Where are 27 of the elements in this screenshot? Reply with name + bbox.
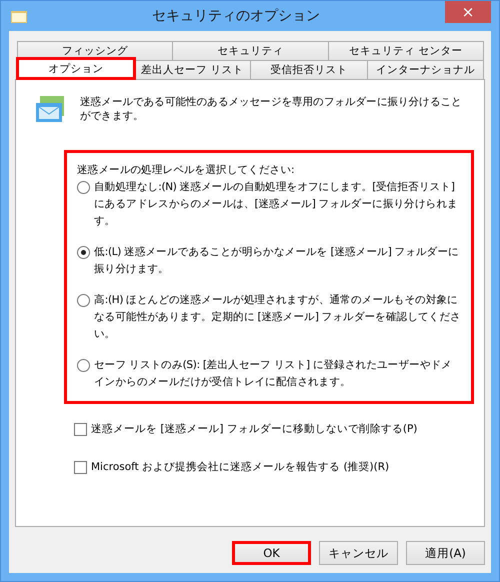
checkbox-label: 迷惑メールを [迷惑メール] フォルダーに移動しないで削除する(P) [91,422,418,436]
checkbox-label: Microsoft および提携会社に迷惑メールを報告する (推奨)(R) [91,460,390,474]
checkbox[interactable] [74,460,87,474]
envelope-icon [36,94,66,124]
dialog-button[interactable]: OK [232,541,311,565]
app-icon [11,9,27,23]
radio-label: 低:(L) 迷惑メールであることが明らかなメールを [迷惑メール] フォルダーに振り分けます。 [94,245,460,277]
dialog-button[interactable]: 適用(A) [406,541,485,565]
radio-button[interactable] [77,359,90,372]
group-label: 迷惑メールの処理レベルを選択してください: [77,163,296,177]
tab[interactable]: 差出人セーフ リスト [134,60,251,79]
tab[interactable]: セキュリティ [172,41,329,60]
radio-button[interactable] [77,294,90,307]
dialog-button[interactable]: キャンセル [319,541,398,565]
close-button[interactable]: × [445,1,491,23]
radio-label: セーフ リストのみ(S): [差出人セーフ リスト] に登録されたユーザーやドメインからのメールだけが受信トレイに配信されます。 [94,358,453,390]
description-text: 迷惑メールである可能性のあるメッセージを専用のフォルダーに振り分けることができます。 [80,95,463,123]
radio-label: 高:(H) ほとんどの迷惑メールが処理されますが、通常のメールもその対象になる可能性があります。定期的に [迷惑メール] フォルダーを確認してください。 [94,293,461,342]
tab[interactable]: セキュリティ センター [328,41,484,60]
tab[interactable]: オプション [17,58,134,79]
radio-button[interactable] [77,246,90,259]
radio-button[interactable] [77,181,90,194]
radio-label: 自動処理なし:(N) 迷惑メールの自動処理をオフにします。[受信拒否リスト] にあるアドレスからのメールは、[迷惑メール] フォルダーに振り分けられます。 [94,180,459,229]
window-title: セキュリティのオプション [151,7,321,25]
checkbox[interactable] [74,422,87,436]
tab[interactable]: 受信拒否リスト [250,60,368,79]
tab[interactable]: インターナショナル [366,60,484,79]
